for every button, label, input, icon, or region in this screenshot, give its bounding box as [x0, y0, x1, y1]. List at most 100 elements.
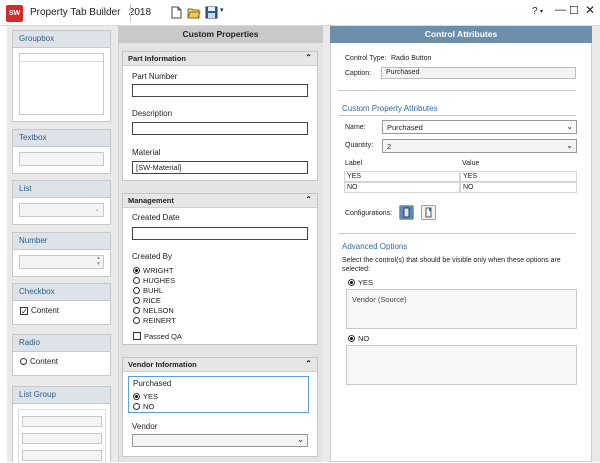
radio-option[interactable]: NELSON — [133, 306, 174, 315]
quantity-select-value: 2 — [387, 142, 392, 151]
palette-list-title: List — [13, 181, 110, 198]
palette-number-title: Number — [13, 233, 110, 250]
yes-dependents-box[interactable]: Vendor (Source) — [346, 289, 577, 329]
help-icon[interactable]: ? — [532, 6, 538, 17]
radio-label: REINERT — [143, 316, 176, 325]
app-logo-icon: SW — [6, 5, 23, 22]
palette-list-group[interactable]: List Group — [12, 386, 111, 463]
radio-label: YES — [358, 278, 374, 287]
palette-list-group-title: List Group — [13, 387, 110, 404]
palette-number[interactable]: Number ▲ ▼ — [12, 232, 111, 277]
passed-qa-checkbox[interactable]: Passed QA — [133, 332, 182, 341]
group-management[interactable]: Management ⌃ Created Date Created By WRI… — [122, 193, 318, 345]
quantity-select[interactable]: 2 ⌄ — [382, 139, 577, 153]
advanced-option-yes[interactable]: YES — [348, 278, 373, 287]
passed-qa-label: Passed QA — [144, 332, 182, 341]
title-divider — [130, 4, 131, 22]
group-vendor-information[interactable]: Vendor Information ⌃ Purchased YES NO Ve… — [122, 357, 318, 457]
table-header-value: Value — [462, 160, 480, 167]
app-year: 2018 — [128, 7, 152, 18]
palette-radio[interactable]: Radio Content — [12, 334, 111, 376]
description-input[interactable] — [132, 122, 308, 135]
number-preview: ▲ ▼ — [19, 255, 104, 269]
radio-selected-icon — [133, 393, 140, 400]
close-button[interactable]: ✕ — [585, 3, 595, 17]
radio-label: NO — [143, 402, 155, 411]
vendor-select[interactable]: ⌄ — [132, 434, 308, 447]
radio-empty-icon — [133, 297, 140, 304]
radio-option[interactable]: REINERT — [133, 316, 176, 325]
radio-empty-icon — [133, 403, 140, 410]
quantity-label: Quantity: — [345, 142, 374, 149]
radio-selected-icon — [348, 335, 355, 342]
checkbox-preview-label: Content — [31, 306, 60, 315]
maximize-button[interactable]: ☐ — [569, 4, 579, 17]
chevron-down-icon: ⌄ — [566, 141, 573, 150]
chevron-down-icon: ⌄ — [297, 435, 304, 444]
created-date-label: Created Date — [132, 213, 180, 222]
caption-input[interactable]: Purchased — [381, 67, 576, 79]
radio-label: YES — [143, 392, 159, 401]
radio-option[interactable]: HUGHES — [133, 276, 175, 285]
vendor-source-item[interactable]: Vendor (Source) — [352, 295, 407, 304]
checkbox-empty-icon — [133, 332, 141, 340]
no-dependents-box[interactable] — [346, 345, 577, 385]
palette-checkbox[interactable]: Checkbox ✓ Content — [12, 283, 111, 325]
checkbox-preview: ✓ Content — [20, 306, 60, 316]
palette-textbox[interactable]: Textbox — [12, 129, 111, 174]
name-select[interactable]: Purchased ⌄ — [382, 120, 577, 134]
group-title: Management — [128, 196, 174, 205]
radio-preview: Content — [20, 357, 58, 366]
group-header: Part Information ⌃ — [123, 52, 317, 66]
open-folder-icon[interactable] — [187, 6, 201, 19]
material-input[interactable]: [SW-Material] — [132, 161, 308, 174]
help-chevron-icon[interactable]: ▾ — [540, 8, 543, 15]
radio-option-no[interactable]: NO — [133, 402, 154, 411]
table-cell-label[interactable]: YES — [344, 171, 460, 182]
divider — [338, 115, 576, 116]
part-number-input[interactable] — [132, 84, 308, 97]
collapse-icon[interactable]: ⌃ — [305, 195, 312, 204]
config-all-button[interactable] — [399, 205, 414, 220]
material-label: Material — [132, 148, 161, 157]
table-header-label: Label — [345, 160, 363, 167]
name-select-value: Purchased — [387, 123, 423, 132]
advanced-options-title: Advanced Options — [342, 242, 408, 251]
table-cell-label[interactable]: NO — [344, 182, 460, 193]
advanced-option-no[interactable]: NO — [348, 334, 369, 343]
control-attributes-header: Control Attributes — [330, 26, 592, 43]
radio-option[interactable]: WRIGHT — [133, 266, 173, 275]
radio-preview-label: Content — [30, 357, 59, 366]
group-header: Vendor Information ⌃ — [123, 358, 317, 372]
groupbox-preview — [19, 53, 104, 115]
save-dropdown-chevron-icon[interactable]: ▾ — [220, 6, 224, 14]
radio-empty-icon — [133, 287, 140, 294]
number-spinner-icon: ▲ ▼ — [96, 255, 101, 267]
collapse-icon[interactable]: ⌃ — [305, 359, 312, 368]
list-preview: ⌄ — [19, 203, 104, 217]
created-date-input[interactable] — [132, 227, 308, 240]
minimize-button[interactable]: — — [555, 4, 566, 16]
divider — [338, 233, 576, 234]
config-specific-button[interactable] — [421, 205, 436, 220]
created-by-label: Created By — [132, 252, 173, 261]
purchased-radio-group[interactable]: Purchased YES NO — [128, 376, 309, 413]
table-cell-value[interactable]: NO — [460, 182, 577, 193]
name-label: Name: — [345, 124, 366, 131]
group-header: Management ⌃ — [123, 194, 317, 208]
part-number-label: Part Number — [132, 72, 178, 81]
radio-option-yes[interactable]: YES — [133, 392, 158, 401]
radio-option[interactable]: BUHL — [133, 286, 163, 295]
collapse-icon[interactable]: ⌃ — [305, 53, 312, 62]
radio-empty-icon — [133, 317, 140, 324]
table-cell-value[interactable]: YES — [460, 171, 577, 182]
save-icon[interactable] — [205, 6, 218, 19]
palette-groupbox[interactable]: Groupbox — [12, 30, 111, 122]
group-part-information[interactable]: Part Information ⌃ Part Number Descripti… — [122, 51, 318, 181]
new-file-icon[interactable] — [171, 6, 182, 19]
palette-list[interactable]: List ⌄ — [12, 180, 111, 225]
radio-option[interactable]: RICE — [133, 296, 161, 305]
radio-label: HUGHES — [143, 276, 176, 285]
group-title: Part Information — [128, 54, 186, 63]
vendor-label: Vendor — [132, 422, 158, 431]
